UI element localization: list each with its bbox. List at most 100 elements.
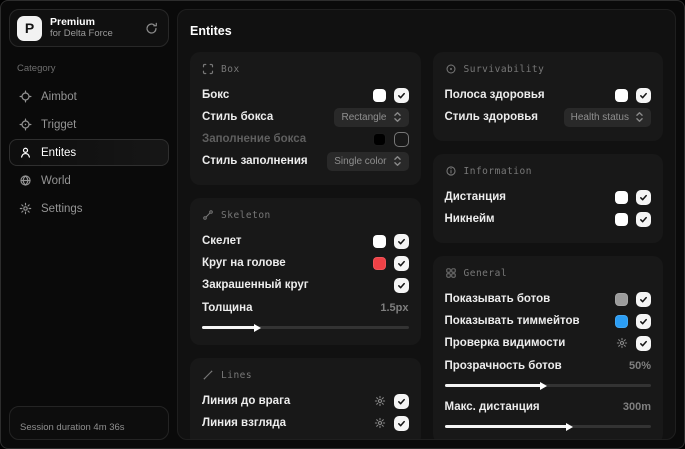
- sidebar-item-world[interactable]: World: [9, 167, 169, 194]
- dropdown-select[interactable]: Health status: [563, 107, 651, 127]
- card-lines: Lines Линия до врага Линия взгляда: [190, 358, 421, 439]
- color-swatch[interactable]: [615, 314, 628, 328]
- checkbox[interactable]: [636, 335, 651, 351]
- card-title: Skeleton: [221, 209, 271, 221]
- color-swatch[interactable]: [372, 234, 386, 248]
- row-label: Показывать тиммейтов: [444, 315, 580, 327]
- card-title: General: [463, 267, 508, 279]
- checkbox[interactable]: [636, 87, 651, 103]
- slider-track[interactable]: [444, 422, 651, 431]
- slider-head: Прозрачность ботов 50%: [445, 356, 652, 376]
- slider-track[interactable]: [444, 381, 651, 390]
- checkbox[interactable]: [393, 255, 409, 271]
- color-swatch[interactable]: [615, 212, 628, 226]
- row-controls: [372, 87, 409, 103]
- checkbox[interactable]: [393, 415, 409, 431]
- session-box: Session duration 4m 36s: [9, 406, 169, 440]
- checkbox[interactable]: [636, 189, 651, 205]
- settings-row: Стиль бокса Rectangle: [202, 106, 409, 128]
- box-icon: [202, 63, 214, 75]
- card-title: Information: [463, 165, 532, 177]
- row-label: Круг на голове: [202, 257, 286, 269]
- card-title: Lines: [221, 369, 253, 381]
- checkbox[interactable]: [393, 131, 409, 147]
- sidebar-item-entites[interactable]: Entites: [9, 139, 169, 166]
- sidebar: P Premium for Delta Force Category Aimbo…: [1, 1, 177, 448]
- row-label: Закрашенный круг: [202, 279, 309, 291]
- slider-fill: [444, 384, 542, 387]
- card-header: Lines: [202, 369, 409, 381]
- row-label: Линия до врага: [202, 395, 291, 407]
- sidebar-item-aimbot[interactable]: Aimbot: [9, 83, 169, 110]
- logo-text: Premium for Delta Force: [50, 16, 113, 40]
- entities-icon: [19, 146, 32, 159]
- slider-head: Макс. дистанция 300m: [445, 397, 652, 417]
- logo-box: P Premium for Delta Force: [9, 9, 169, 47]
- gear-mini-icon[interactable]: [616, 337, 628, 349]
- checkbox[interactable]: [636, 313, 651, 329]
- sidebar-item-settings[interactable]: Settings: [9, 195, 169, 222]
- checkbox[interactable]: [393, 233, 409, 249]
- settings-row: Закрашенный круг: [202, 274, 409, 296]
- row-label: Полоса здоровья: [444, 89, 545, 101]
- color-swatch[interactable]: [372, 132, 386, 146]
- gear-mini-icon[interactable]: [374, 417, 386, 429]
- settings-row: Круг на голове: [202, 252, 409, 274]
- row-controls: [372, 233, 409, 249]
- checkbox[interactable]: [393, 87, 409, 103]
- row-controls: [372, 255, 409, 271]
- row-label: Скелет: [202, 235, 242, 247]
- card-survivability: Survivability Полоса здоровья Стиль здоров…: [432, 52, 663, 141]
- unfold-icon: [393, 155, 402, 167]
- survivability-icon: [445, 63, 457, 75]
- slider-label: Макс. дистанция: [444, 401, 540, 413]
- general-icon: [445, 267, 457, 279]
- row-label: Проверка видимости: [444, 337, 566, 349]
- slider-value: 50%: [628, 360, 651, 372]
- sidebar-item-label: Entites: [41, 146, 77, 159]
- slider-thumb[interactable]: [539, 381, 547, 390]
- slider-row: Макс. дистанция 300m: [444, 397, 652, 431]
- row-controls: [615, 291, 651, 307]
- main-panel: Entites Box Бокс Стиль бокса Rectangle Запол…: [177, 9, 676, 440]
- dropdown-value: Rectangle: [341, 111, 387, 123]
- row-controls: [616, 335, 651, 351]
- row-label: Заполнение бокса: [202, 133, 307, 145]
- skeleton-icon: [202, 209, 214, 221]
- sidebar-item-label: World: [41, 174, 71, 187]
- dropdown-select[interactable]: Rectangle: [334, 107, 409, 127]
- card-information: Information Дистанция Никнейм: [432, 154, 663, 243]
- sidebar-item-trigget[interactable]: Trigget: [9, 111, 169, 138]
- session-duration: Session duration 4m 36s: [20, 422, 125, 433]
- color-swatch[interactable]: [615, 292, 628, 306]
- color-swatch[interactable]: [615, 190, 628, 204]
- settings-icon: [19, 202, 32, 215]
- cards-columns: Box Бокс Стиль бокса Rectangle Заполнение бо…: [190, 52, 663, 439]
- settings-row: Никнейм: [444, 208, 651, 230]
- row-controls: [374, 415, 409, 431]
- slider-thumb[interactable]: [253, 323, 261, 332]
- card-title: Survivability: [463, 63, 545, 75]
- refresh-icon[interactable]: [145, 22, 158, 35]
- checkbox[interactable]: [393, 277, 409, 293]
- checkbox[interactable]: [393, 393, 409, 409]
- slider-track[interactable]: [202, 323, 409, 332]
- sidebar-nav: Aimbot Trigget Entites World Settings: [9, 83, 169, 222]
- row-label: Никнейм: [444, 213, 495, 225]
- slider-thumb[interactable]: [566, 422, 574, 431]
- settings-row: Бокс: [202, 84, 409, 106]
- row-controls: Rectangle: [334, 107, 409, 127]
- gear-mini-icon[interactable]: [374, 395, 386, 407]
- color-swatch[interactable]: [372, 256, 386, 270]
- cards-column-left: Box Бокс Стиль бокса Rectangle Заполнение бо…: [190, 52, 421, 439]
- checkbox[interactable]: [636, 291, 651, 307]
- card-header: Box: [202, 63, 409, 75]
- dropdown-select[interactable]: Single color: [327, 151, 409, 171]
- color-swatch[interactable]: [615, 88, 628, 102]
- checkbox[interactable]: [636, 211, 651, 227]
- app-title: Premium: [50, 16, 95, 28]
- settings-row: Полоса здоровья: [444, 84, 651, 106]
- color-swatch[interactable]: [372, 88, 386, 102]
- row-label: Стиль заполнения: [202, 155, 308, 167]
- card-general: General Показывать ботов Показывать тиммей…: [432, 256, 663, 439]
